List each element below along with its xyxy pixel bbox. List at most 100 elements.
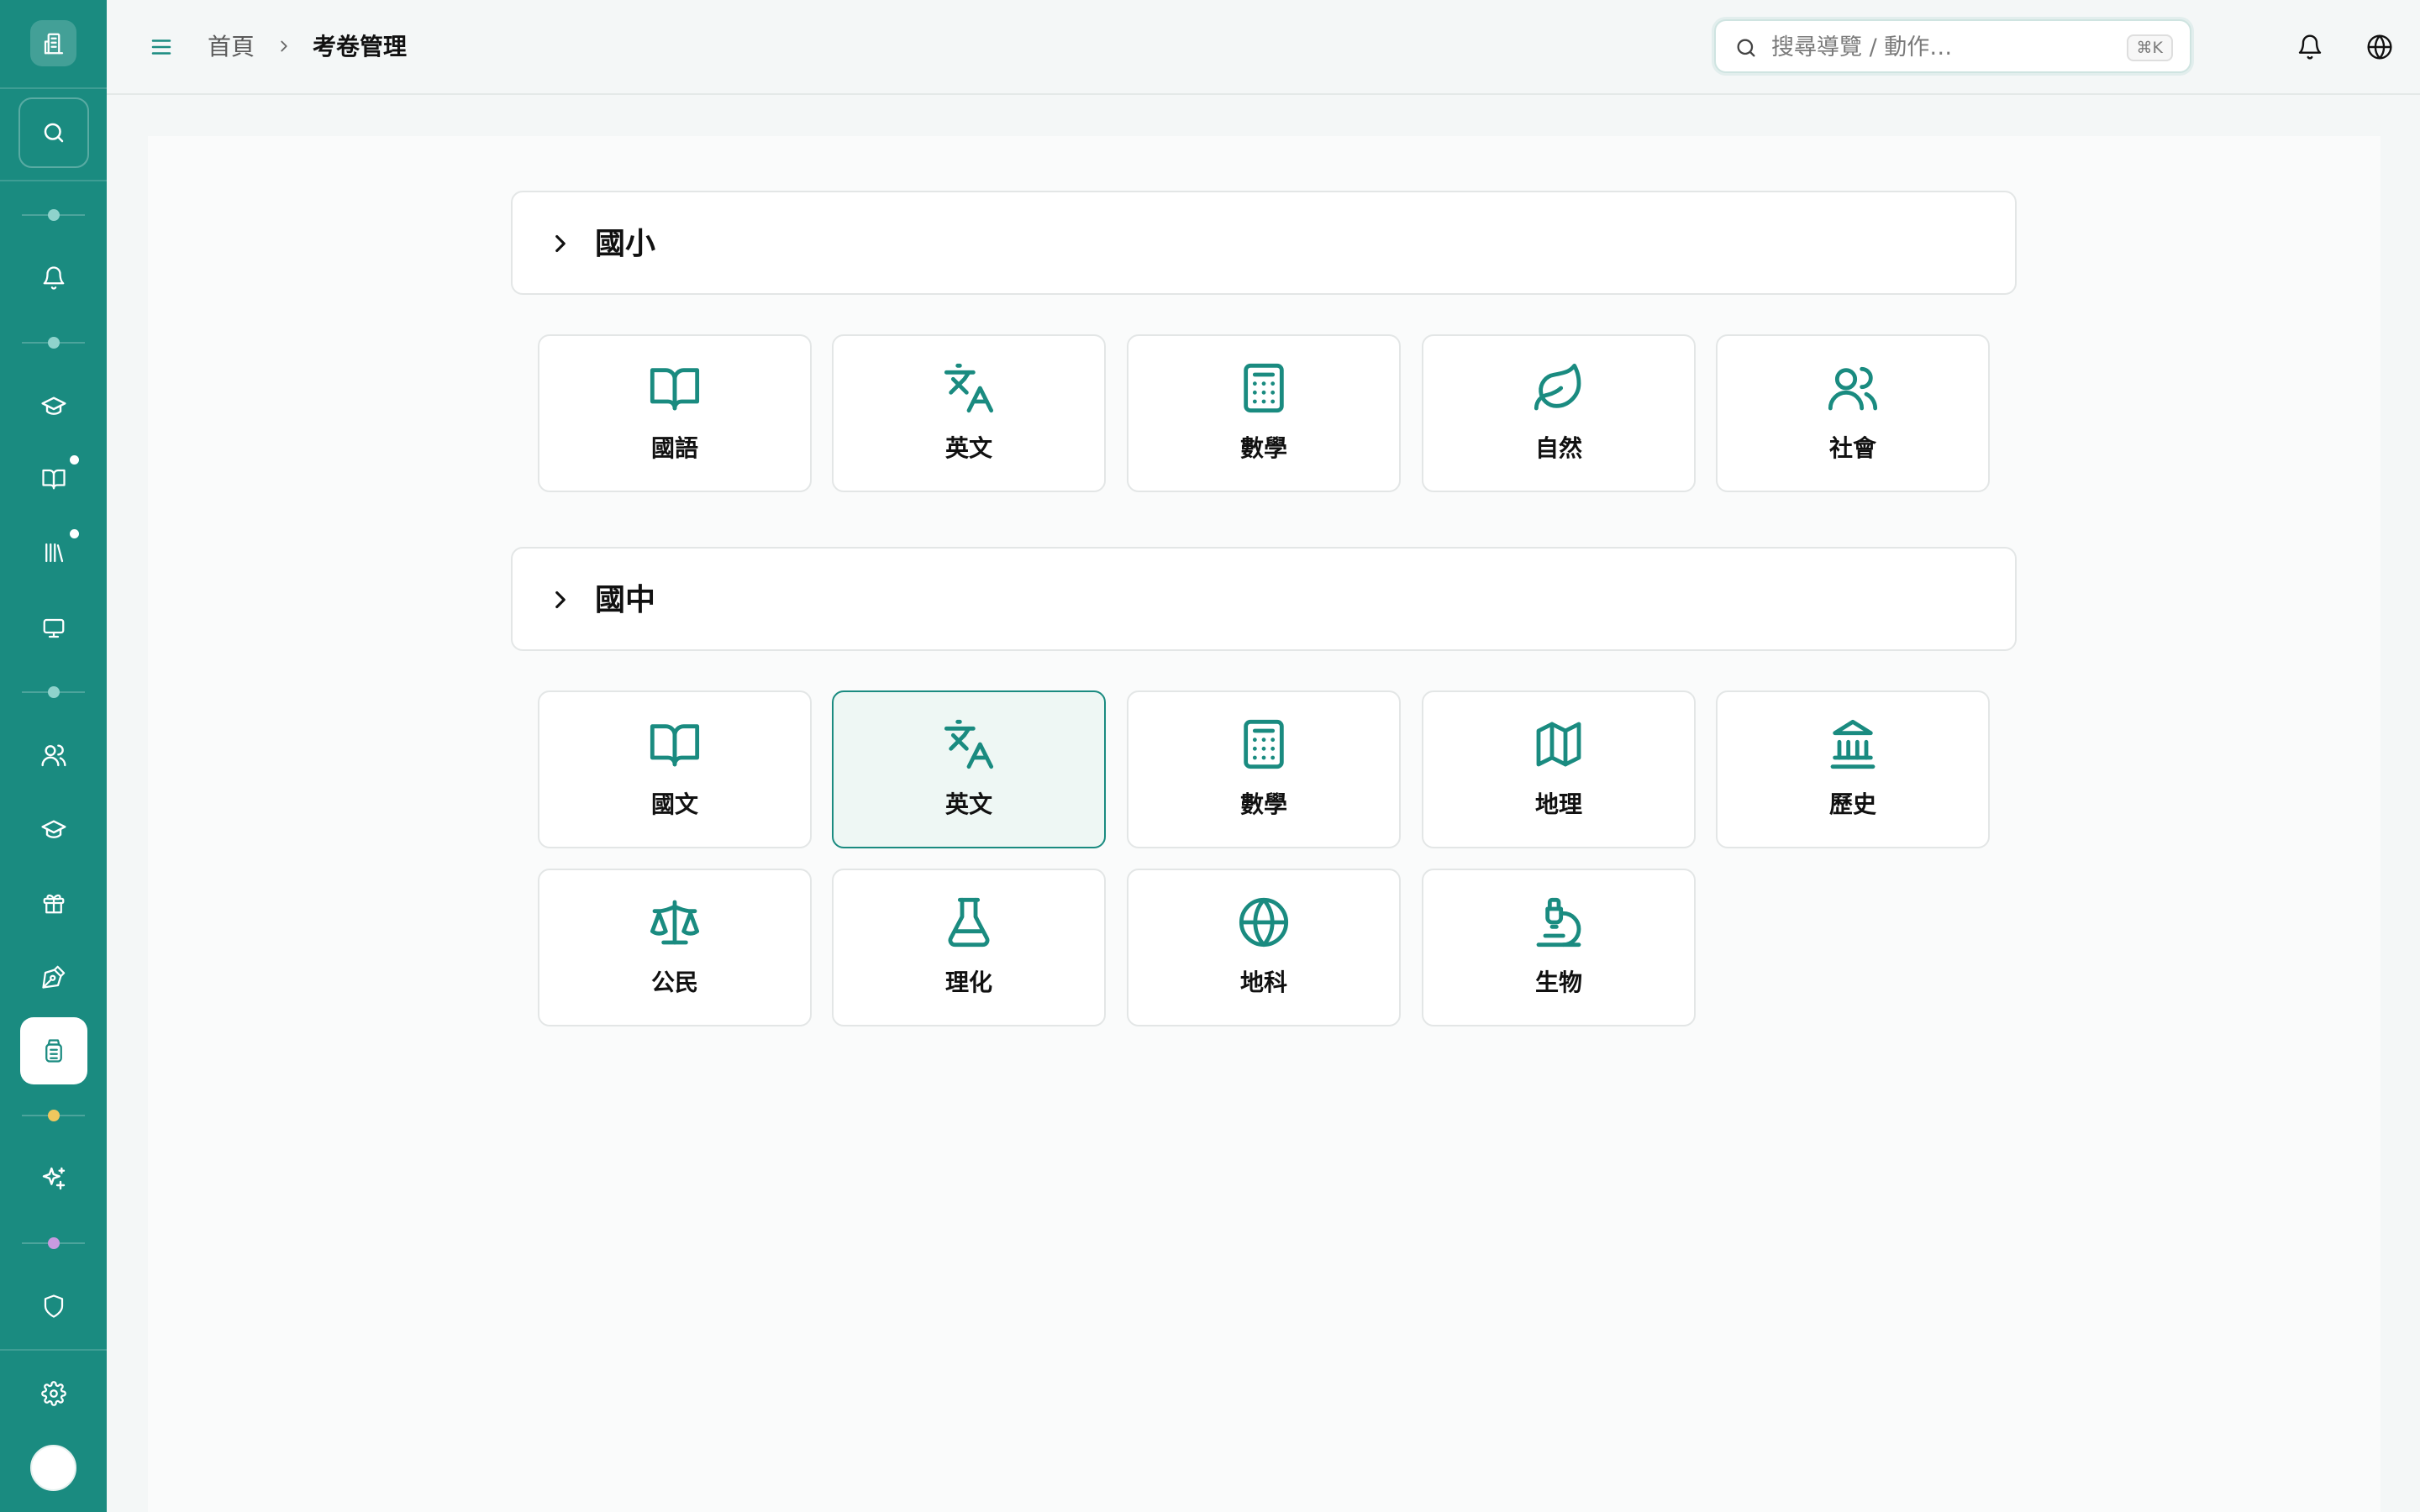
subject-card-geography[interactable]: 地理 — [1422, 690, 1696, 848]
flask-icon — [948, 897, 990, 948]
scale-icon — [650, 900, 700, 945]
subject-label: 地理 — [1534, 790, 1582, 818]
subject-card-social[interactable]: 社會 — [1716, 334, 1990, 492]
menu-toggle-button[interactable] — [145, 31, 177, 63]
notification-badge — [70, 529, 79, 538]
search-shortcut-hint: ⌘K — [2126, 34, 2173, 61]
building-icon — [45, 1039, 62, 1063]
subject-label: 地科 — [1239, 969, 1287, 996]
calculator-icon — [1244, 363, 1284, 413]
top-bar: 首頁 考卷管理 搜尋導覽 / 動作… ⌘K — [107, 0, 2420, 95]
subject-label: 國文 — [650, 790, 698, 818]
sidebar-item-settings[interactable] — [0, 1368, 107, 1419]
map-icon — [1536, 722, 1581, 767]
building-icon — [44, 33, 63, 54]
subject-card-math[interactable]: 數學 — [1127, 690, 1401, 848]
book-open-icon — [650, 724, 700, 767]
subject-label: 英文 — [944, 434, 992, 462]
sidebar-group-separator — [22, 686, 85, 698]
users-icon — [40, 744, 66, 767]
sidebar-item-pen[interactable] — [0, 952, 107, 1002]
bell-icon — [43, 266, 64, 290]
group-dot — [47, 209, 60, 221]
notification-badge — [70, 455, 79, 465]
chevron-right-icon — [555, 234, 566, 253]
subject-card-civics[interactable]: 公民 — [538, 869, 812, 1026]
sidebar-divider — [0, 1349, 107, 1351]
breadcrumb-home[interactable]: 首頁 — [208, 30, 255, 64]
subject-label: 自然 — [1534, 434, 1582, 462]
sidebar-group-separator — [22, 209, 85, 221]
subject-card-history[interactable]: 歷史 — [1716, 690, 1990, 848]
sidebar-group-separator — [22, 1237, 85, 1249]
book-open-icon — [41, 469, 66, 490]
subject-label: 生物 — [1534, 969, 1582, 996]
search-icon — [1737, 39, 1755, 57]
user-avatar[interactable] — [30, 1445, 76, 1491]
app-root: 首頁 考卷管理 搜尋導覽 / 動作… ⌘K 國小 國語 英文 數學 自然 社會 … — [0, 0, 2420, 1512]
graduation-cap-icon — [40, 820, 66, 838]
group-dot — [47, 1110, 60, 1121]
chevron-right-icon — [555, 591, 566, 609]
globe-icon — [2367, 34, 2392, 60]
subject-card-nature[interactable]: 自然 — [1422, 334, 1696, 492]
book-open-icon — [650, 368, 700, 411]
subject-card-english[interactable]: 英文 — [832, 334, 1106, 492]
subject-card-chinese[interactable]: 國語 — [538, 334, 812, 492]
group-dot — [47, 1237, 60, 1249]
sparkles-icon — [42, 1167, 65, 1190]
sidebar — [0, 0, 107, 1512]
chevron-right-icon — [281, 40, 287, 52]
language-button[interactable] — [2361, 29, 2398, 66]
calculator-icon — [1244, 719, 1284, 769]
search-placeholder: 搜尋導覽 / 動作… — [1771, 34, 1953, 60]
sidebar-item-courses[interactable] — [0, 381, 107, 431]
sidebar-group-separator — [22, 1110, 85, 1121]
subject-label: 理化 — [944, 969, 992, 996]
section-title: 國小 — [595, 227, 656, 261]
subject-card-chinese-literature[interactable]: 國文 — [538, 690, 812, 848]
breadcrumb-current: 考卷管理 — [313, 33, 408, 60]
group-dot — [47, 686, 60, 698]
translate-icon — [944, 363, 994, 413]
app-logo[interactable] — [30, 20, 76, 66]
gear-icon — [40, 1381, 66, 1406]
graduation-cap-icon — [40, 396, 66, 415]
sidebar-item-users[interactable] — [0, 730, 107, 780]
section-header-junior-high[interactable]: 國中 — [511, 547, 2017, 651]
sidebar-item-library[interactable] — [0, 528, 107, 578]
subject-label: 歷史 — [1828, 790, 1876, 818]
section-header-elementary[interactable]: 國小 — [511, 191, 2017, 295]
hamburger-menu-icon — [151, 39, 171, 55]
globe-icon — [1239, 897, 1289, 948]
sidebar-item-notifications[interactable] — [0, 253, 107, 303]
sidebar-item-security[interactable] — [0, 1281, 107, 1331]
search-icon — [44, 123, 64, 143]
library-icon — [45, 543, 63, 563]
sidebar-item-monitor[interactable] — [0, 603, 107, 654]
sidebar-search-button[interactable] — [18, 97, 89, 168]
translate-icon — [944, 719, 994, 769]
group-dot — [47, 337, 60, 349]
pen-tool-icon — [41, 965, 65, 989]
users-icon — [1828, 366, 1878, 411]
subject-card-math[interactable]: 數學 — [1127, 334, 1401, 492]
subject-label: 數學 — [1239, 434, 1287, 462]
subject-label: 數學 — [1239, 790, 1287, 818]
sidebar-item-rewards[interactable] — [0, 878, 107, 928]
subject-card-biology[interactable]: 生物 — [1422, 869, 1696, 1026]
subject-card-english-selected[interactable]: 英文 — [832, 690, 1106, 848]
sidebar-divider — [0, 87, 107, 89]
subject-card-earth-science[interactable]: 地科 — [1127, 869, 1401, 1026]
notifications-button[interactable] — [2291, 29, 2328, 66]
section-title: 國中 — [595, 583, 656, 617]
sidebar-item-ai[interactable] — [0, 1153, 107, 1204]
shield-icon — [44, 1294, 63, 1318]
sidebar-item-students[interactable] — [0, 804, 107, 854]
bell-icon — [2298, 34, 2322, 60]
sidebar-item-exams[interactable] — [0, 1017, 107, 1084]
monitor-icon — [43, 618, 64, 638]
subject-card-physics-chemistry[interactable]: 理化 — [832, 869, 1106, 1026]
sidebar-item-books[interactable] — [0, 454, 107, 504]
global-search-input[interactable]: 搜尋導覽 / 動作… ⌘K — [1714, 19, 2191, 73]
